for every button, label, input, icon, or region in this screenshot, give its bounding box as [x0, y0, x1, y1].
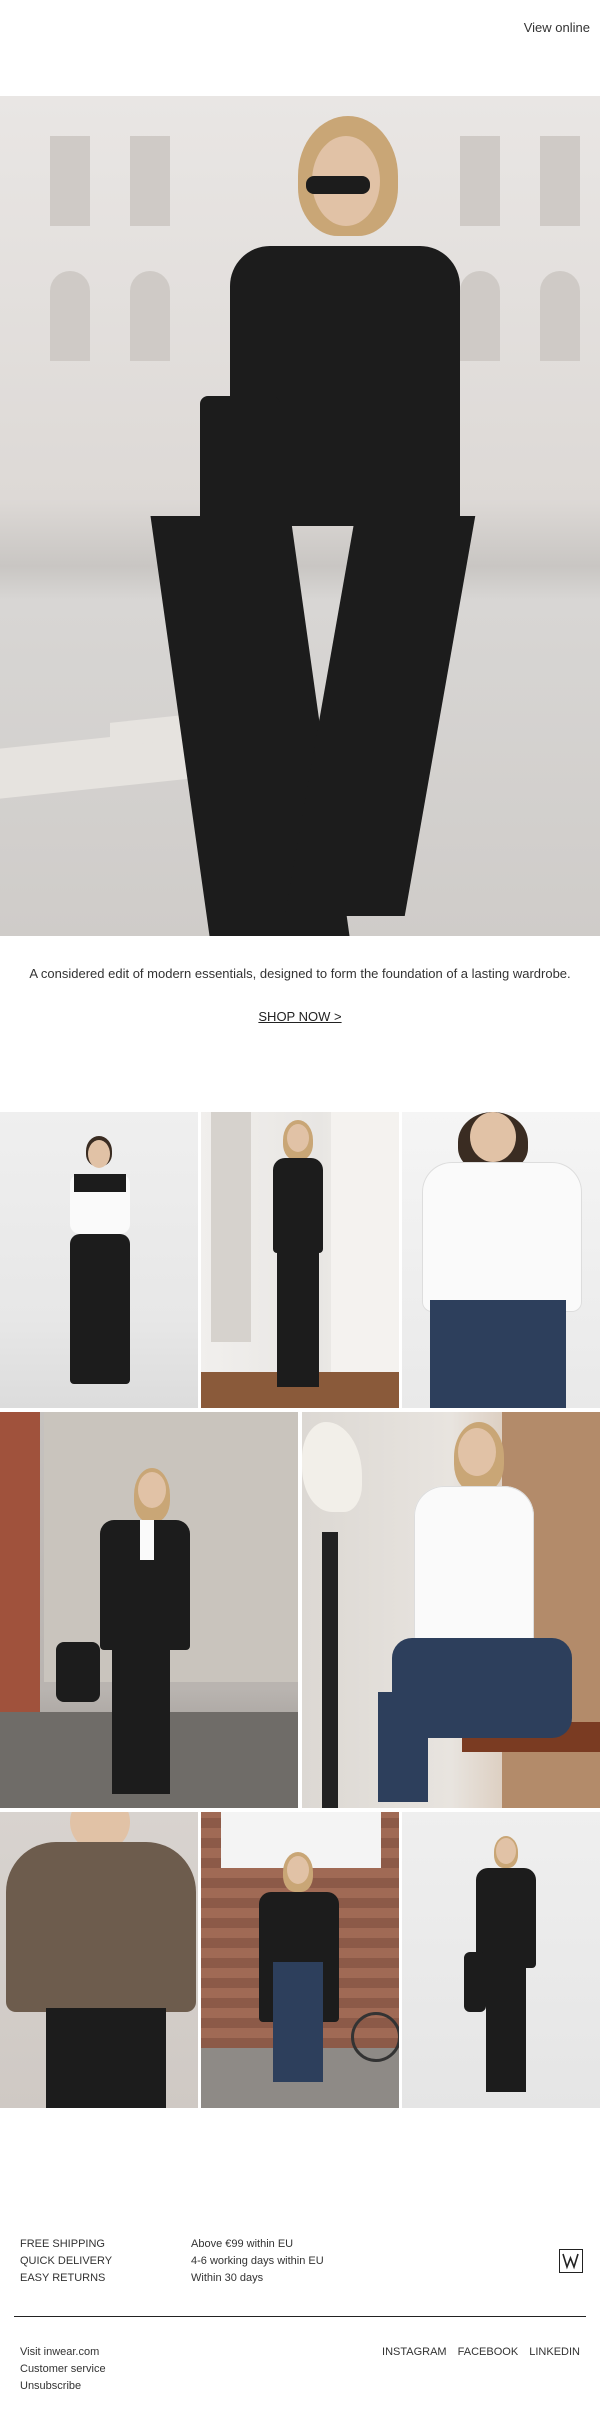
product-image[interactable]	[0, 1412, 298, 1808]
window-shape	[130, 271, 170, 361]
linkedin-link[interactable]: LINKEDIN	[529, 2346, 580, 2358]
facebook-link[interactable]: FACEBOOK	[458, 2346, 519, 2358]
window-shape	[540, 271, 580, 361]
sculpture-shape	[302, 1422, 362, 1512]
product-image[interactable]	[201, 1812, 399, 2108]
window-shape	[540, 136, 580, 226]
blazer-shape	[476, 1868, 536, 1968]
product-image[interactable]	[402, 1812, 600, 2108]
trousers-shape	[112, 1644, 170, 1794]
sweater-shape	[74, 1174, 126, 1192]
white-tee-shape	[140, 1520, 154, 1560]
visit-site-link[interactable]: Visit inwear.com	[20, 2344, 106, 2361]
face-shape	[88, 1140, 110, 1168]
jeans-leg-shape	[378, 1692, 428, 1802]
benefit-detail-shipping: Above €99 within EU	[191, 2238, 294, 2250]
footer-benefits: FREE SHIPPING QUICK DELIVERY EASY RETURN…	[20, 2236, 112, 2287]
door-shape	[211, 1112, 251, 1342]
bag-shape	[464, 1952, 486, 2012]
benefit-free-shipping: FREE SHIPPING	[20, 2238, 105, 2250]
window-shape	[50, 136, 90, 226]
product-image[interactable]	[0, 1812, 198, 2108]
unsubscribe-link[interactable]: Unsubscribe	[20, 2378, 106, 2395]
product-image[interactable]	[302, 1412, 600, 1808]
face-shape	[287, 1856, 309, 1884]
face-shape	[470, 1112, 516, 1162]
trousers-shape	[486, 1962, 526, 2092]
face-shape	[287, 1124, 309, 1152]
bag-shape	[56, 1642, 100, 1702]
benefit-easy-returns: EASY RETURNS	[20, 2272, 106, 2284]
hero-image[interactable]	[0, 96, 600, 936]
jeans-shape	[430, 1300, 566, 1408]
view-online-link[interactable]: View online	[524, 20, 590, 35]
white-shirt-shape	[422, 1162, 582, 1312]
customer-service-link[interactable]: Customer service	[20, 2361, 106, 2378]
product-image[interactable]	[0, 1112, 198, 1408]
window-shape	[460, 271, 500, 361]
trousers-shape	[277, 1252, 319, 1387]
top-bar: View online	[0, 0, 600, 96]
shop-now-container: SHOP NOW >	[0, 1008, 600, 1026]
white-shirt-shape	[414, 1486, 534, 1646]
benefit-detail-delivery: 4-6 working days within EU	[191, 2255, 324, 2267]
footer-divider	[14, 2316, 586, 2317]
window-shape	[331, 1112, 399, 1372]
product-image[interactable]	[201, 1112, 399, 1408]
skirt-shape	[46, 2008, 166, 2108]
benefit-detail-returns: Within 30 days	[191, 2272, 264, 2284]
lamp-stand-shape	[322, 1532, 338, 1808]
footer-benefit-details: Above €99 within EU 4-6 working days wit…	[191, 2236, 324, 2287]
bicycle-wheel-shape	[351, 2012, 399, 2062]
social-links: INSTAGRAM FACEBOOK LINKEDIN	[374, 2346, 580, 2358]
product-image[interactable]	[402, 1112, 600, 1408]
face-shape	[458, 1428, 496, 1476]
window-shape	[50, 271, 90, 361]
face-shape	[496, 1838, 516, 1864]
trousers-shape	[70, 1234, 130, 1384]
brick-wall-shape	[0, 1412, 40, 1712]
footer-links: Visit inwear.com Customer service Unsubs…	[20, 2344, 106, 2395]
hero-text: A considered edit of modern essentials, …	[29, 966, 571, 981]
shop-now-link[interactable]: SHOP NOW >	[258, 1009, 341, 1024]
inwear-logo-icon[interactable]	[559, 2249, 583, 2273]
instagram-link[interactable]: INSTAGRAM	[382, 2346, 447, 2358]
face-shape	[138, 1472, 166, 1508]
jeans-shape	[273, 1962, 323, 2082]
window-shape	[130, 136, 170, 226]
benefit-quick-delivery: QUICK DELIVERY	[20, 2255, 113, 2267]
sunglasses-shape	[306, 176, 370, 194]
window-shape	[460, 136, 500, 226]
knit-top-shape	[6, 1842, 196, 2012]
turtleneck-shape	[273, 1158, 323, 1253]
